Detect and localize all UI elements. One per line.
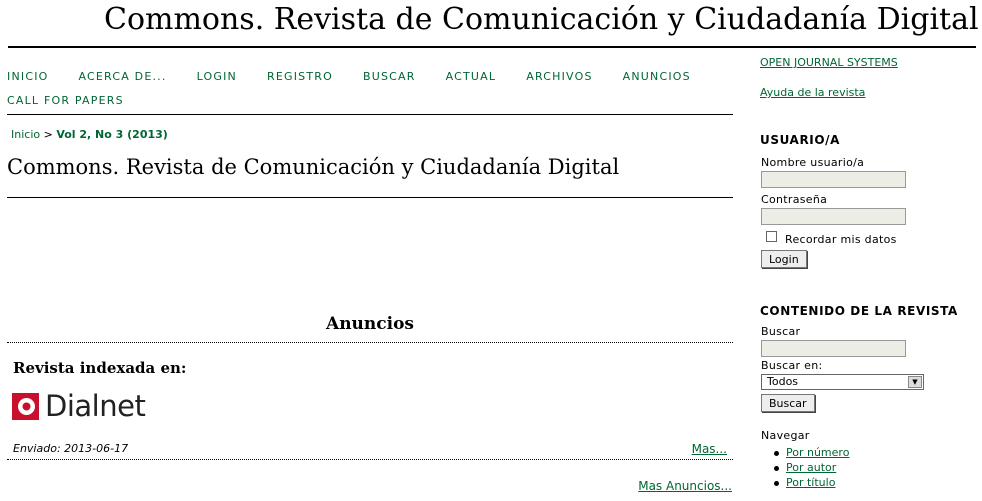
list-item: Por autor: [772, 461, 849, 476]
nav-actual[interactable]: ACTUAL: [446, 70, 497, 83]
search-input[interactable]: [761, 340, 906, 357]
announcement-heading: Revista indexada en:: [13, 359, 187, 377]
announcements-divider-top: [7, 342, 733, 343]
username-label: Nombre usuario/a: [761, 156, 865, 169]
search-label: Buscar: [761, 325, 801, 338]
nav-acerca-de[interactable]: ACERCA DE...: [79, 70, 167, 83]
breadcrumb-home[interactable]: Inicio: [11, 128, 40, 141]
dialnet-mark-icon: [12, 392, 39, 420]
nav-inicio[interactable]: INICIO: [7, 70, 49, 83]
nav-call-for-papers[interactable]: CALL FOR PAPERS: [7, 94, 124, 107]
main-navigation: INICIO ACERCA DE... LOGIN REGISTRO BUSCA…: [7, 64, 733, 112]
dialnet-logo-text: Dialnet: [45, 389, 146, 423]
site-title: Commons. Revista de Comunicación y Ciuda…: [104, 2, 979, 37]
username-input[interactable]: [761, 171, 906, 188]
login-button[interactable]: Login: [761, 250, 807, 268]
nav-row-1: INICIO ACERCA DE... LOGIN REGISTRO BUSCA…: [7, 64, 733, 88]
announcements-title: Anuncios: [326, 314, 414, 334]
announcement-date: Enviado: 2013-06-17: [13, 442, 129, 455]
chevron-down-icon[interactable]: ▼: [908, 376, 922, 388]
nav-anuncios[interactable]: ANUNCIOS: [623, 70, 691, 83]
search-button[interactable]: Buscar: [761, 394, 815, 412]
dialnet-logo: Dialnet: [12, 389, 146, 423]
list-item: Por número: [772, 446, 849, 461]
nav-buscar[interactable]: BUSCAR: [363, 70, 416, 83]
browse-by-author-link[interactable]: Por autor: [786, 461, 836, 474]
browse-by-issue-link[interactable]: Por número: [786, 446, 849, 459]
remember-label: Recordar mis datos: [785, 233, 897, 246]
browse-list: Por número Por autor Por título: [772, 446, 849, 491]
page-title: Commons. Revista de Comunicación y Ciuda…: [7, 155, 620, 179]
search-scope-select[interactable]: Todos ▼: [761, 374, 924, 390]
user-block-title: USUARIO/A: [760, 133, 841, 147]
password-input[interactable]: [761, 208, 906, 225]
breadcrumb-separator: >: [43, 128, 53, 141]
nav-divider: [7, 114, 733, 115]
breadcrumb: Inicio > Vol 2, No 3 (2013): [11, 128, 168, 141]
browse-label: Navegar: [761, 429, 810, 442]
password-label: Contraseña: [761, 193, 828, 206]
more-announcements-link[interactable]: Mas Anuncios...: [638, 479, 732, 493]
search-scope-label: Buscar en:: [761, 359, 823, 372]
title-divider: [7, 197, 733, 198]
announcement-more-link[interactable]: Mas...: [692, 442, 727, 456]
journal-help-link[interactable]: Ayuda de la revista: [760, 86, 865, 99]
browse-by-title-link[interactable]: Por título: [786, 476, 835, 489]
nav-registro[interactable]: REGISTRO: [267, 70, 333, 83]
header-divider: [8, 46, 976, 48]
nav-row-2: CALL FOR PAPERS: [7, 88, 733, 112]
breadcrumb-current[interactable]: Vol 2, No 3 (2013): [56, 128, 167, 141]
announcements-divider-bottom: [7, 459, 733, 460]
ojs-link[interactable]: OPEN JOURNAL SYSTEMS: [760, 56, 898, 69]
nav-archivos[interactable]: ARCHIVOS: [526, 70, 592, 83]
search-scope-value: Todos: [767, 375, 799, 388]
remember-checkbox[interactable]: [766, 231, 777, 242]
nav-login[interactable]: LOGIN: [197, 70, 237, 83]
list-item: Por título: [772, 476, 849, 491]
journal-content-title: CONTENIDO DE LA REVISTA: [760, 304, 958, 318]
